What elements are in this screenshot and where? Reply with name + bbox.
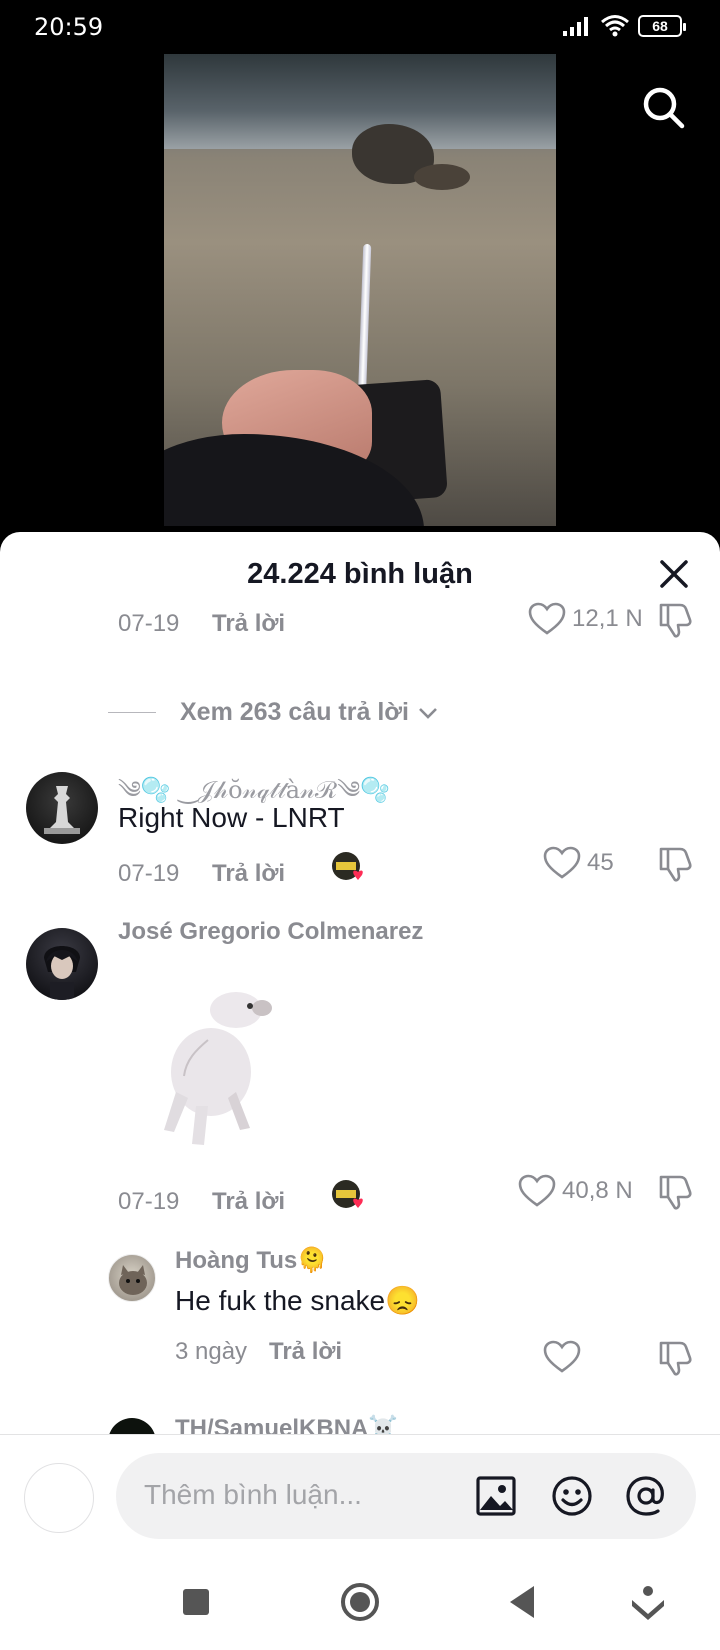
signal-icon — [563, 17, 588, 36]
reply-button[interactable]: Trả lời — [269, 1338, 342, 1366]
mention-icon[interactable] — [624, 1474, 668, 1518]
comment-meta: 07-19 Trả lời — [118, 610, 285, 638]
wifi-icon — [601, 15, 629, 37]
hide-navbar-icon[interactable] — [626, 1580, 670, 1624]
close-icon[interactable] — [652, 552, 696, 596]
my-avatar[interactable] — [24, 1463, 94, 1533]
dislike-icon[interactable] — [656, 1338, 696, 1378]
status-bar: 20:59 68 — [0, 0, 720, 56]
chevron-down-icon — [419, 707, 437, 719]
heart-icon — [528, 602, 566, 635]
dislike-icon[interactable] — [656, 844, 696, 884]
home-icon[interactable] — [338, 1580, 382, 1624]
status-icons: 68 — [562, 14, 686, 38]
view-replies-button[interactable]: Xem 263 câu trả lời — [108, 698, 439, 727]
like-button[interactable]: 45 — [543, 846, 614, 880]
system-navigation-bar — [0, 1560, 720, 1650]
comment-input-container — [116, 1453, 696, 1539]
comment-input[interactable] — [144, 1475, 444, 1515]
reply-button[interactable]: Trả lời — [212, 1188, 285, 1216]
chess-piece-icon — [44, 786, 80, 834]
heart-icon — [543, 846, 581, 879]
comment-date: 07-19 — [118, 1188, 180, 1215]
comment-username[interactable]: Hoàng Tus🫠 — [175, 1246, 327, 1275]
comment-date: 3 ngày — [175, 1338, 248, 1365]
comment-meta: 07-19 Trả lời — [118, 1188, 285, 1216]
comments-count-title: 24.224 bình luận — [247, 558, 473, 590]
comment-text: He fuk the snake😞 — [175, 1285, 420, 1316]
like-button[interactable]: 12,1 N — [528, 602, 643, 636]
reply-button[interactable]: Trả lời — [212, 860, 285, 888]
comment-username[interactable]: José Gregorio Colmenarez — [118, 918, 423, 946]
avatar[interactable] — [108, 1254, 156, 1302]
comment-date: 07-19 — [118, 610, 180, 637]
like-button[interactable]: 40,8 N — [518, 1174, 633, 1208]
comment-meta: 07-19 Trả lời — [118, 860, 285, 888]
search-icon[interactable] — [640, 84, 688, 132]
back-icon[interactable] — [502, 1580, 546, 1624]
comment-input-bar — [0, 1435, 720, 1545]
recents-icon[interactable] — [174, 1580, 218, 1624]
dislike-icon[interactable] — [656, 1172, 696, 1212]
comment-date: 07-19 — [118, 860, 180, 887]
heart-icon — [543, 1340, 581, 1373]
dislike-icon[interactable] — [656, 600, 696, 640]
status-time: 20:59 — [34, 13, 104, 41]
like-count: 12,1 N — [572, 605, 643, 632]
battery-indicator: 68 — [638, 15, 686, 37]
like-button[interactable] — [543, 1340, 587, 1374]
creator-liked-badge-icon — [332, 852, 363, 880]
divider — [108, 712, 156, 713]
anime-avatar-icon — [44, 946, 80, 1000]
like-count: 40,8 N — [562, 1177, 633, 1204]
battery-level: 68 — [652, 18, 668, 34]
cat-avatar-icon — [119, 1265, 147, 1295]
comment-meta: 3 ngày Trả lời — [175, 1338, 342, 1366]
comment-text: Right Now - LNRT — [118, 802, 345, 833]
dog-sticker-image — [164, 992, 272, 1145]
emoji-icon[interactable] — [550, 1474, 594, 1518]
avatar[interactable] — [26, 928, 98, 1000]
creator-liked-badge-icon — [332, 1180, 363, 1208]
video-player[interactable] — [164, 54, 556, 526]
reply-button[interactable]: Trả lời — [212, 610, 285, 638]
like-count: 45 — [587, 849, 614, 876]
avatar[interactable] — [26, 772, 98, 844]
video-scene-animal — [414, 164, 470, 190]
image-icon[interactable] — [474, 1474, 518, 1518]
view-replies-label: Xem 263 câu trả lời — [180, 698, 410, 726]
heart-icon — [518, 1174, 556, 1207]
